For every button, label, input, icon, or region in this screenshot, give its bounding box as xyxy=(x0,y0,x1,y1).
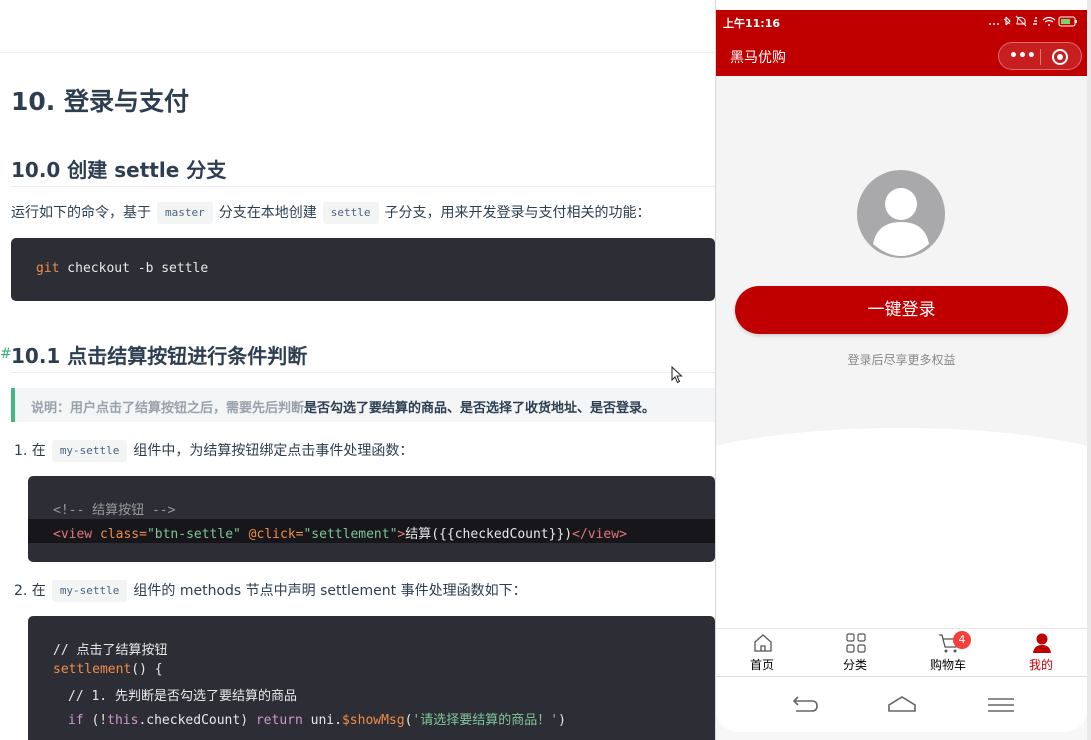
tab-label: 我的 xyxy=(1028,658,1053,672)
code-line: if (!this.checkedCount) return uni.$show… xyxy=(68,709,566,728)
code-keyword: return xyxy=(255,713,303,728)
code-line: settlement() { xyxy=(53,662,163,677)
more-menu-button[interactable]: ••• xyxy=(1009,47,1036,65)
home-button-icon[interactable] xyxy=(885,693,919,717)
step-number: 2. 在 xyxy=(14,583,46,599)
status-bar: 上午11:16 xyxy=(716,10,1087,34)
cart-badge: 4 xyxy=(953,631,971,649)
code-block-template: <!-- 结算按钮 --> <view class="btn-settle" @… xyxy=(28,476,715,562)
phone-simulator: 上午11:16 黑马优购 ••• 一键登录 登录后尽享更多权益 首页 分类 4 … xyxy=(715,0,1091,740)
tip-strong-text: 是否勾选了要结算的商品、是否选择了收货地址、是否登录。 xyxy=(304,401,656,416)
status-icons xyxy=(987,15,1079,30)
code-tag: <view xyxy=(53,527,93,542)
back-icon[interactable] xyxy=(786,693,820,717)
code-string: "settlement" xyxy=(303,527,398,542)
code-block-settlement: // 点击了结算按钮 settlement() { // 1. 先判断是否勾选了… xyxy=(28,616,715,740)
step-1: 1. 在 my-settle 组件中，为结算按钮绑定点击事件处理函数： xyxy=(14,440,413,462)
tip-text: 说明：用户点击了结算按钮之后，需要先后判断是否勾选了要结算的商品、是否选择了收货… xyxy=(31,397,655,416)
heading-divider xyxy=(11,372,715,373)
one-click-login-button[interactable]: 一键登录 xyxy=(735,286,1068,334)
step-2: 2. 在 my-settle 组件的 methods 节点中声明 settlemen… xyxy=(14,580,527,602)
tip-callout: 说明：用户点击了结算按钮之后，需要先后判断是否勾选了要结算的商品、是否选择了收货… xyxy=(11,388,715,422)
code-line: <view class="btn-settle" @click="settlem… xyxy=(53,523,627,542)
code-text: ) xyxy=(558,713,566,728)
code-attr: class= xyxy=(92,527,147,542)
subsection-heading-checkout: 10.1 点击结算按钮进行条件判断 xyxy=(11,344,308,368)
status-time: 上午11:16 xyxy=(723,17,781,30)
code-keyword: git xyxy=(36,261,60,276)
code-comment: // 点击了结算按钮 xyxy=(53,643,168,658)
code-line: git checkout -b settle xyxy=(36,261,208,276)
step-text: 组件中，为结算按钮绑定点击事件处理函数： xyxy=(133,443,414,459)
heading-anchor-link[interactable]: # xyxy=(0,346,12,362)
home-icon xyxy=(754,634,772,652)
code-text: (! xyxy=(83,713,108,728)
inline-code-my-settle: my-settle xyxy=(51,440,128,462)
paragraph-text: 子分支，用来开发登录与支付相关的功能： xyxy=(384,205,651,221)
code-keyword: if xyxy=(68,713,84,728)
mouse-cursor-icon xyxy=(671,366,683,384)
capsule-menu: ••• xyxy=(998,42,1082,70)
tab-category[interactable]: 分类 xyxy=(809,629,901,675)
section-heading: 10. 登录与支付 xyxy=(11,87,189,116)
user-icon xyxy=(1033,633,1051,653)
login-page: 一键登录 登录后尽享更多权益 xyxy=(716,76,1087,628)
paragraph-text: 运行如下的命令，基于 xyxy=(11,205,151,221)
code-function: settlement xyxy=(53,662,132,677)
step-text: 组件的 methods 节点中声明 settlement 事件处理函数如下： xyxy=(133,583,527,599)
mini-program-navbar: 黑马优购 ••• xyxy=(716,34,1087,76)
close-miniprogram-icon[interactable] xyxy=(1051,48,1069,66)
capsule-divider xyxy=(1040,49,1041,65)
category-icon xyxy=(846,633,866,653)
code-string: '请选择要结算的商品！' xyxy=(412,713,559,728)
code-text: () { xyxy=(131,662,163,677)
tab-home[interactable]: 首页 xyxy=(716,629,808,675)
background-curve xyxy=(716,428,1087,628)
tab-bar: 首页 分类 4 购物车 我的 xyxy=(716,628,1087,676)
navbar-title: 黑马优购 xyxy=(730,50,786,66)
signal-battery-icon xyxy=(989,15,1077,27)
code-text: uni. xyxy=(302,713,342,728)
header-divider xyxy=(0,52,715,53)
tab-label: 分类 xyxy=(842,658,867,672)
tab-cart[interactable]: 4 购物车 xyxy=(902,629,994,675)
code-comment: // 1. 先判断是否勾选了要结算的商品 xyxy=(68,689,297,704)
code-tag: </view> xyxy=(572,527,627,542)
code-block-git: git checkout -b settle xyxy=(11,238,715,301)
code-text: 结算({{checkedCount}}) xyxy=(405,527,573,542)
inline-code-master: master xyxy=(157,202,213,224)
heading-divider xyxy=(11,186,715,187)
documentation-panel: 10. 登录与支付 10.0 创建 settle 分支 运行如下的命令，基于 ma… xyxy=(0,0,715,740)
tip-muted-text: 说明：用户点击了结算按钮之后，需要先后判断 xyxy=(31,401,305,416)
tab-label: 首页 xyxy=(749,658,774,672)
code-comment: <!-- 结算按钮 --> xyxy=(53,503,176,518)
tab-my[interactable]: 我的 xyxy=(995,629,1087,675)
code-attr: @click= xyxy=(240,527,304,542)
phone-frame-edge xyxy=(1087,0,1091,740)
intro-paragraph: 运行如下的命令，基于 master 分支在本地创建 settle 子分支，用来开发登录与… xyxy=(11,202,651,224)
menu-icon[interactable] xyxy=(984,693,1018,717)
paragraph-text: 分支在本地创建 xyxy=(218,205,317,221)
avatar-placeholder-icon xyxy=(857,170,945,258)
step-number: 1. 在 xyxy=(14,443,46,459)
phone-top-edge xyxy=(716,0,1091,10)
code-method: $showMsg xyxy=(341,713,405,728)
code-text: .checkedCount) xyxy=(138,713,256,728)
code-string: "btn-settle" xyxy=(146,527,241,542)
login-tip: 登录后尽享更多权益 xyxy=(847,353,956,367)
inline-code-my-settle: my-settle xyxy=(51,580,128,602)
code-keyword: this xyxy=(107,713,139,728)
system-navigation-bar xyxy=(716,676,1087,732)
code-text: checkout -b settle xyxy=(59,261,209,276)
subsection-heading-settle-branch: 10.0 创建 settle 分支 xyxy=(11,158,227,182)
tab-label: 购物车 xyxy=(929,658,966,672)
inline-code-settle: settle xyxy=(322,202,379,224)
